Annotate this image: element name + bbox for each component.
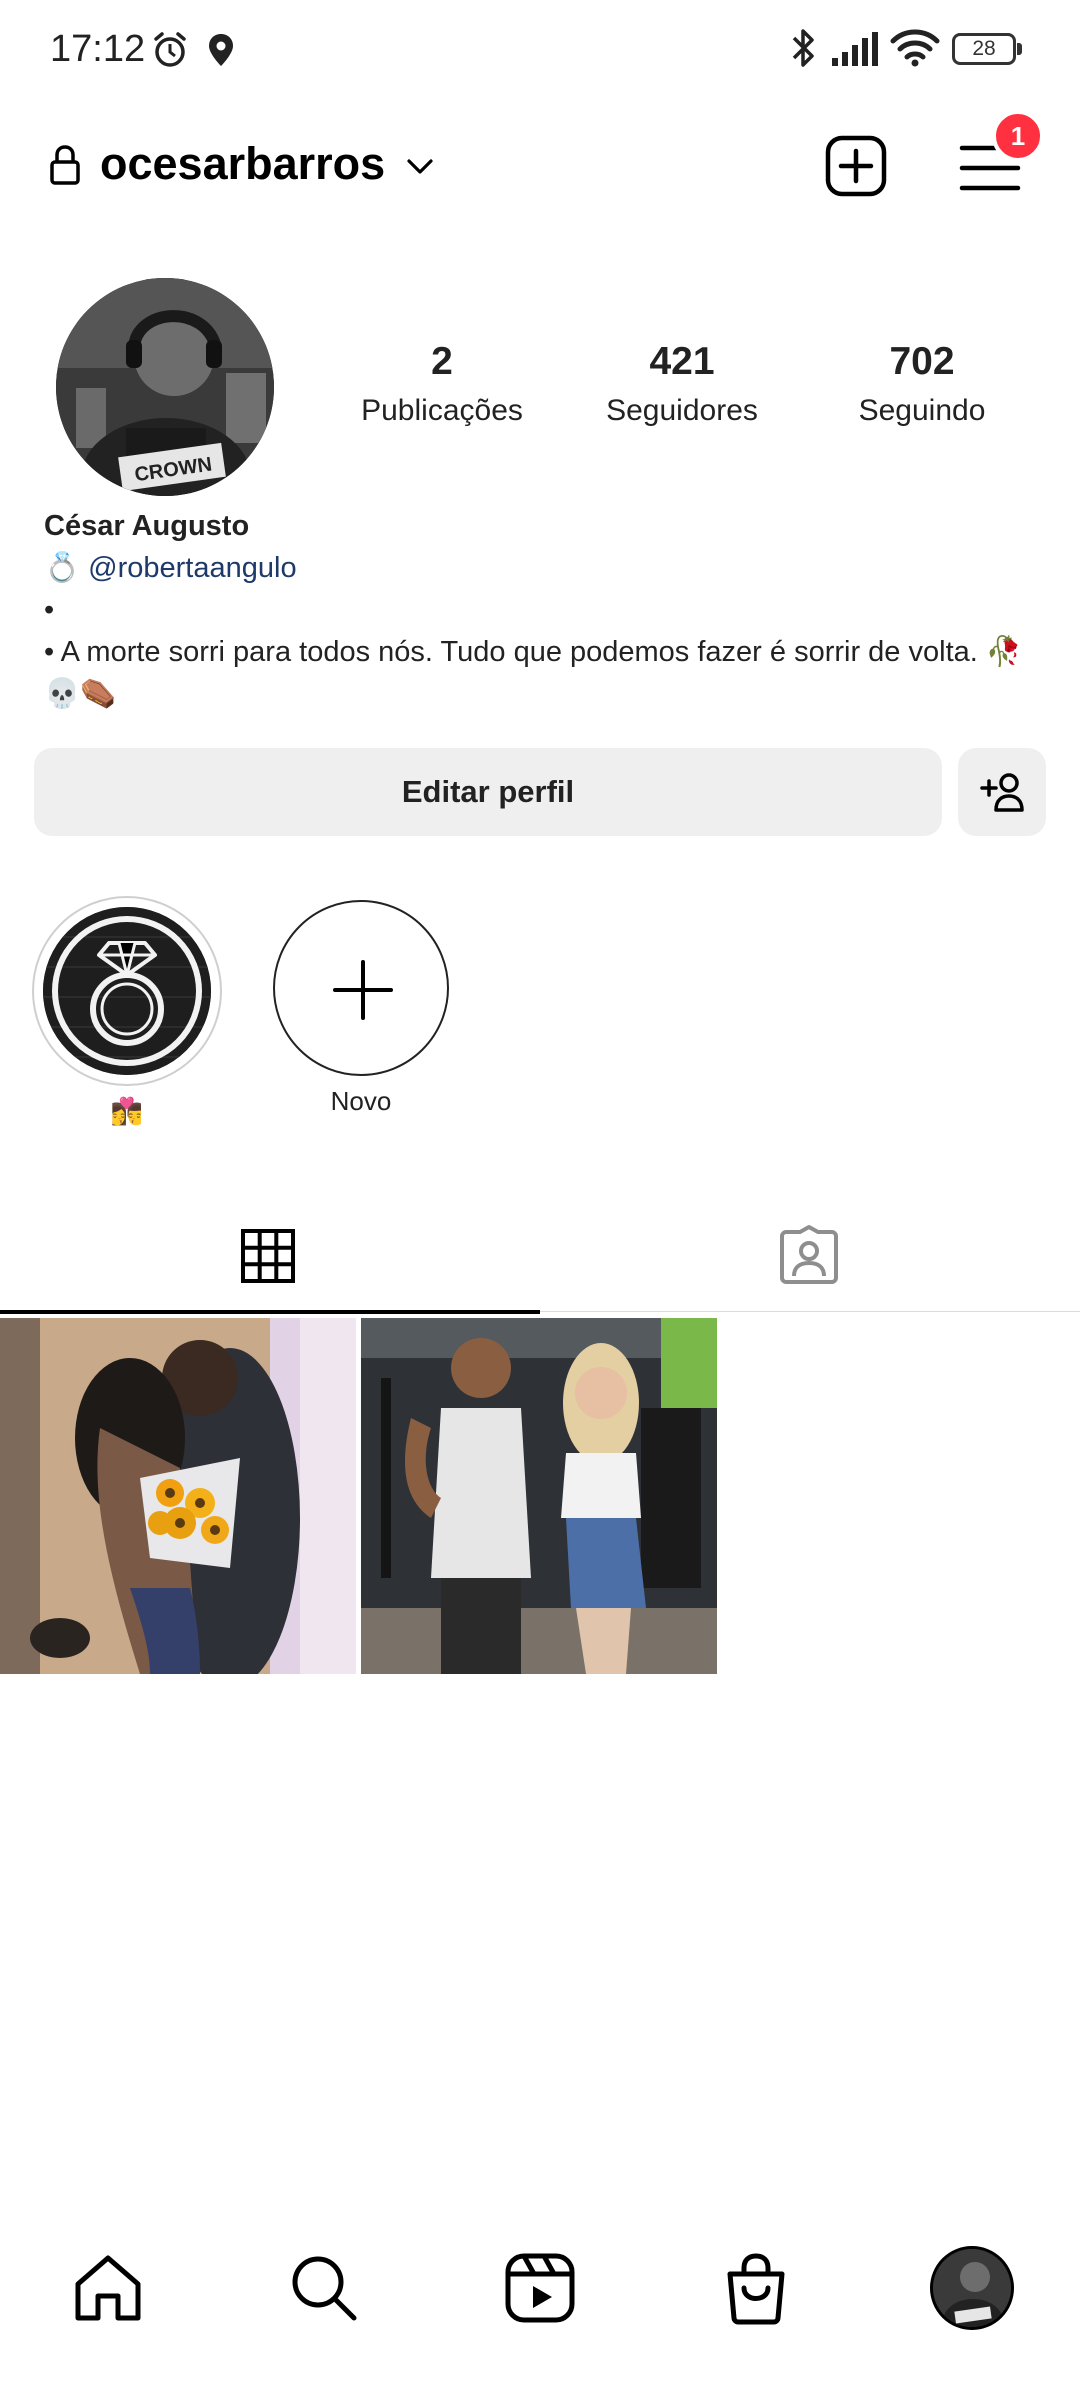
- new-highlight-button[interactable]: Novo: [266, 896, 456, 1117]
- following-count-value: 702: [889, 340, 955, 383]
- active-tab-indicator: [0, 1310, 540, 1314]
- bio-line-2: • A morte sorri para todos nós. Tudo que…: [44, 636, 1022, 710]
- ring-emoji: 💍: [44, 552, 81, 584]
- post-thumbnail[interactable]: [0, 1318, 356, 1674]
- post-photo: [361, 1318, 717, 1674]
- following-count[interactable]: 702 Seguindo: [812, 340, 1032, 428]
- add-person-icon: [980, 773, 1024, 812]
- search-icon[interactable]: [284, 2248, 364, 2328]
- posts-count-value: 2: [431, 340, 453, 383]
- edit-profile-button[interactable]: Editar perfil: [34, 748, 942, 836]
- tab-posts-grid[interactable]: [0, 1196, 540, 1314]
- username[interactable]: ocesarbarros: [100, 138, 385, 190]
- bio-line-1: •: [44, 594, 55, 626]
- post-thumbnail[interactable]: [361, 1318, 717, 1674]
- posts-count-label: Publicações: [361, 394, 523, 427]
- followers-count-value: 421: [649, 340, 715, 383]
- new-highlight-circle: [273, 900, 449, 1076]
- shop-icon[interactable]: [716, 2248, 796, 2328]
- status-bar: 17:12 28: [0, 0, 1080, 96]
- posts-count[interactable]: 2 Publicações: [332, 340, 552, 428]
- plus-icon: [333, 960, 393, 1020]
- profile-name: César Augusto: [44, 510, 250, 542]
- lock-icon: [50, 145, 80, 185]
- bio-block: César Augusto 💍 @robertaangulo • • A mor…: [44, 505, 1044, 715]
- bluetooth-icon: [792, 29, 814, 67]
- followers-count-label: Seguidores: [606, 394, 758, 427]
- profile-avatar[interactable]: CROWN: [56, 278, 274, 496]
- notification-badge: 1: [992, 110, 1044, 162]
- bottom-navigation: [0, 2220, 1080, 2360]
- discover-people-button[interactable]: [958, 748, 1046, 836]
- home-icon[interactable]: [68, 2248, 148, 2328]
- create-post-button[interactable]: [824, 134, 888, 198]
- ring-icon: [43, 907, 211, 1075]
- post-photo: [0, 1318, 356, 1674]
- reels-icon[interactable]: [500, 2248, 580, 2328]
- followers-count[interactable]: 421 Seguidores: [572, 340, 792, 428]
- profile-tabs: [0, 1196, 1080, 1314]
- tab-tagged[interactable]: [540, 1196, 1080, 1312]
- mention-link[interactable]: @robertaangulo: [88, 552, 296, 584]
- wifi-icon: [890, 29, 940, 67]
- chevron-down-icon[interactable]: [404, 150, 436, 182]
- highlight-label: 👩‍❤️‍💋‍👨: [110, 1096, 144, 1126]
- battery-level: 28: [952, 33, 1016, 65]
- signal-icon: [832, 32, 878, 66]
- highlight-cover: [43, 907, 211, 1075]
- alarm-icon: [154, 32, 186, 67]
- location-icon: [209, 34, 233, 66]
- status-time: 17:12: [50, 28, 146, 70]
- new-highlight-label: Novo: [330, 1086, 392, 1116]
- following-count-label: Seguindo: [858, 394, 986, 427]
- story-highlight[interactable]: 👩‍❤️‍💋‍👨: [32, 896, 222, 1127]
- avatar-photo: CROWN: [56, 278, 274, 496]
- bio-link-line: 💍 @robertaangulo: [44, 547, 1044, 589]
- grid-icon: [241, 1229, 295, 1283]
- tagged-person-icon: [780, 1225, 838, 1284]
- profile-tab-avatar[interactable]: [930, 2246, 1014, 2330]
- avatar-photo-small: [933, 2249, 1011, 2327]
- highlight-ring: [32, 896, 222, 1086]
- profile-header: ocesarbarros 1: [0, 110, 1080, 220]
- battery-icon: 28: [952, 33, 1022, 65]
